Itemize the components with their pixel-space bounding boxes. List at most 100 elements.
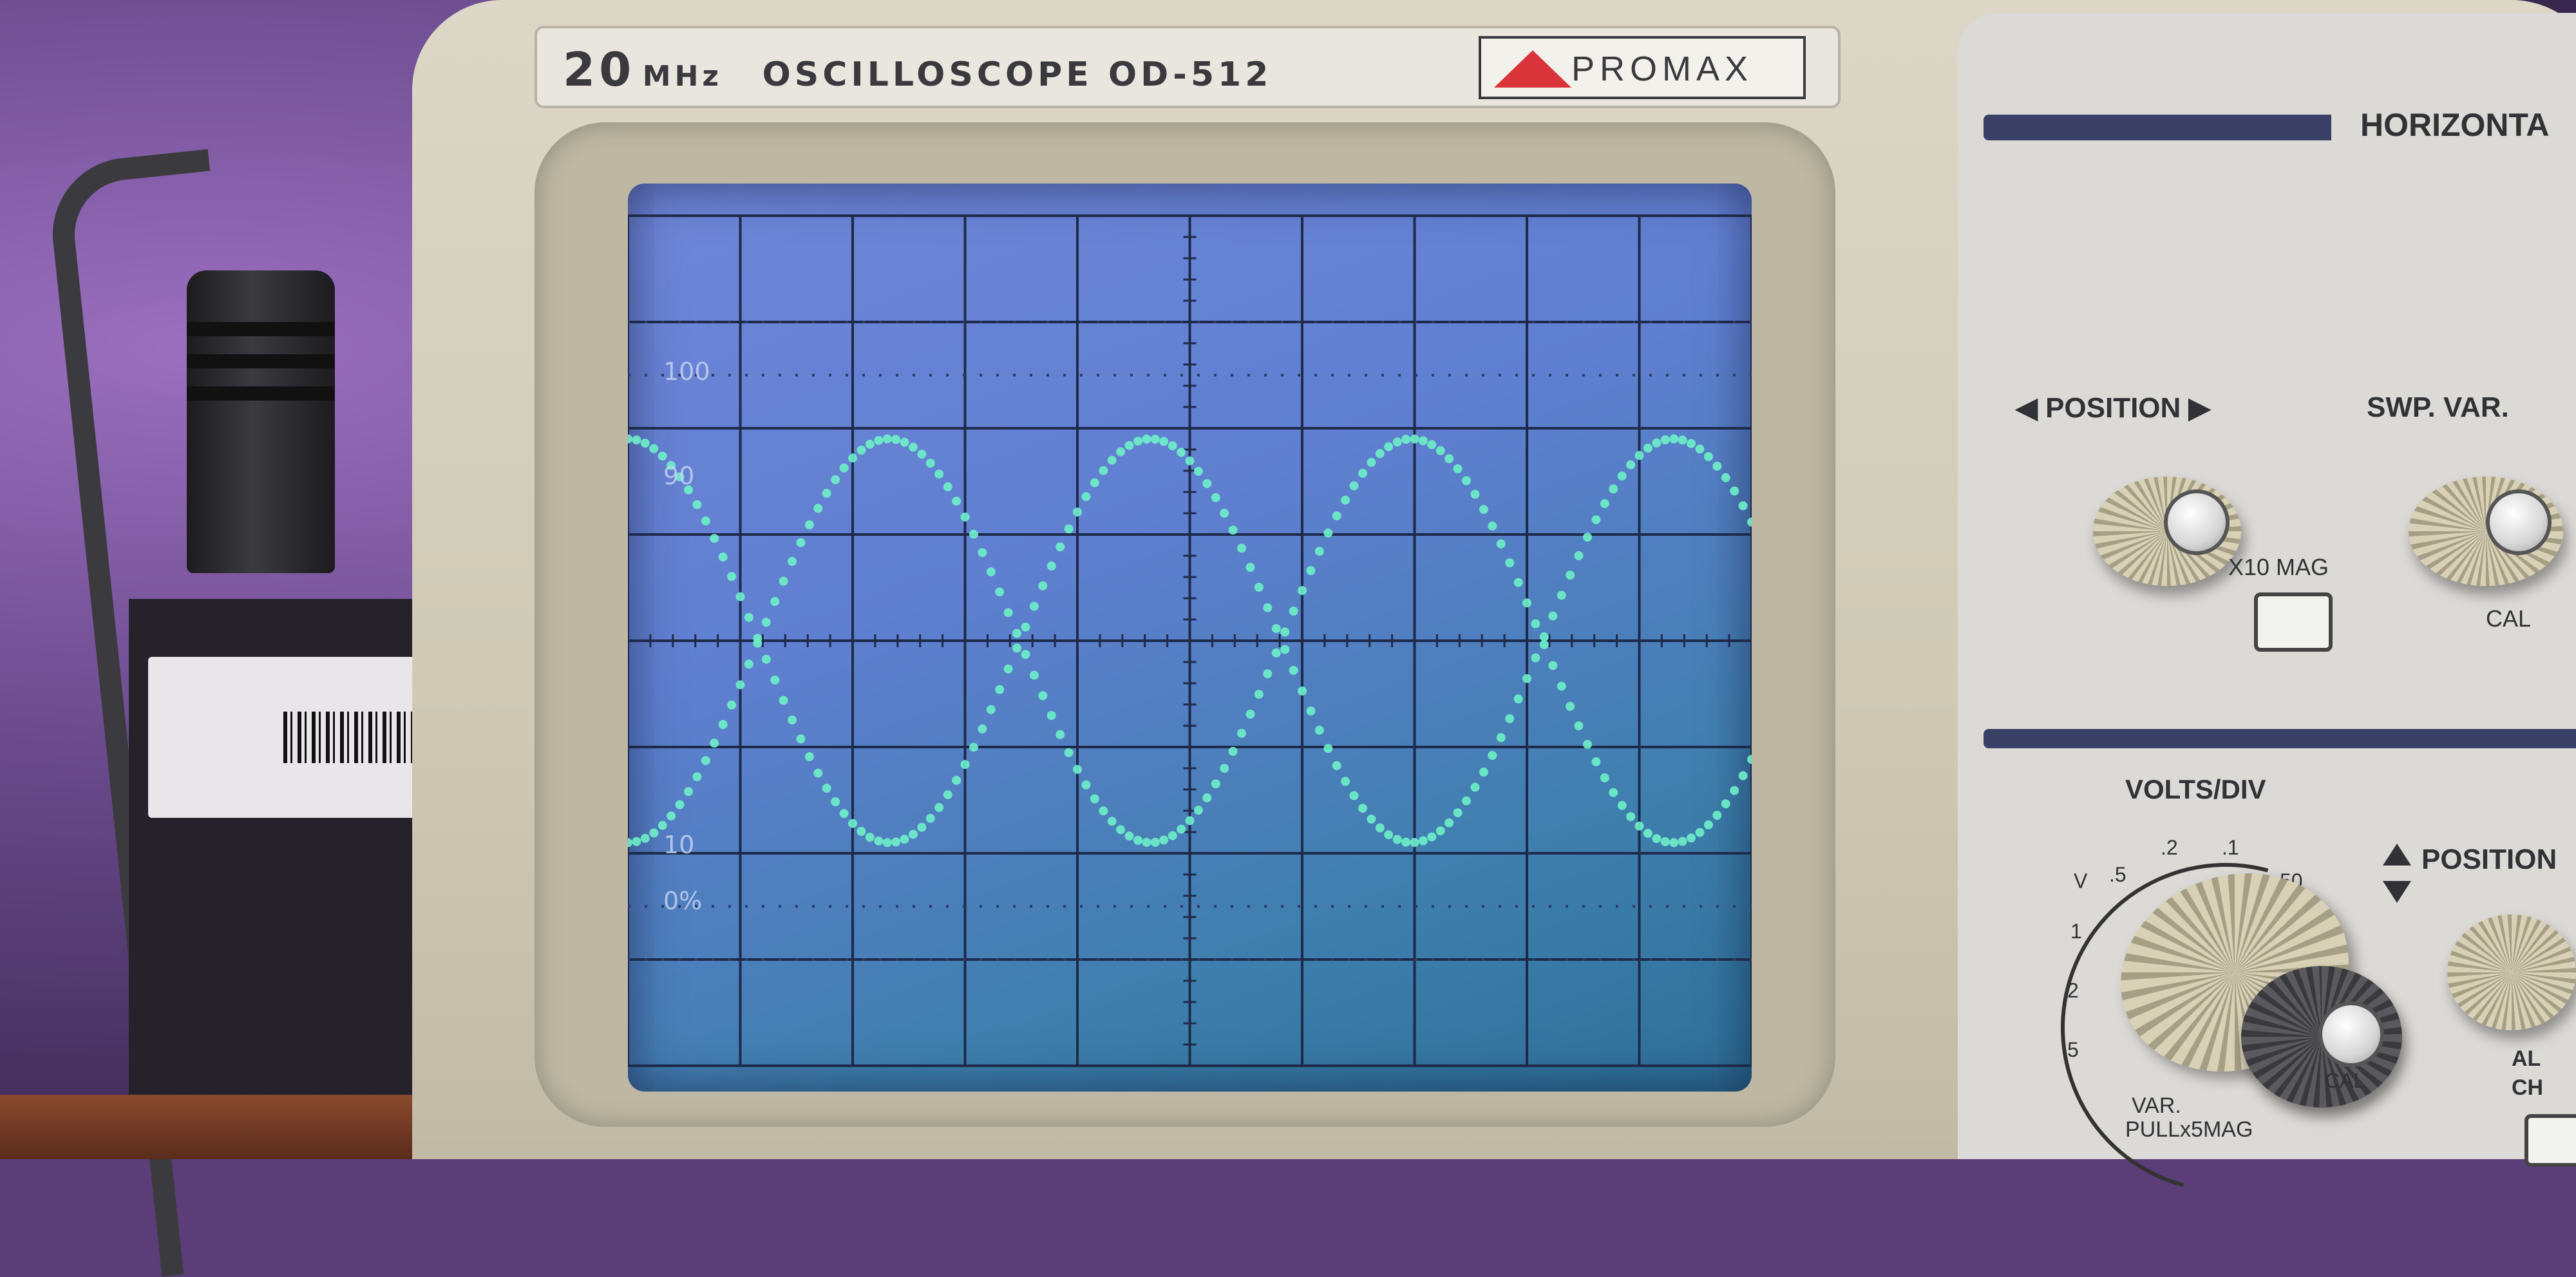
x10-mag-switch[interactable] [2254, 592, 2333, 652]
model-name: OSCILLOSCOPE OD-512 [762, 55, 1273, 94]
trace-dot [1124, 831, 1134, 841]
pull-mag-label: PULLx5MAG [2125, 1117, 2253, 1142]
trace-dot [1375, 449, 1385, 459]
trace-dot [667, 811, 676, 821]
trace-dot [675, 800, 685, 809]
trace-dot [1090, 794, 1099, 804]
trace-dot [1202, 479, 1212, 488]
trace-dot [1349, 791, 1359, 800]
trace-dot [1332, 511, 1341, 521]
trace-dot [1435, 826, 1445, 836]
trace-dot [1254, 690, 1264, 699]
trace-dot [1470, 489, 1480, 499]
trace-dot [1090, 478, 1099, 487]
dial-5: 5 [2067, 1038, 2079, 1061]
trace-dot [1444, 454, 1454, 464]
trace-dot [1479, 767, 1488, 777]
trace-dot [848, 818, 857, 828]
trace-dot [1245, 710, 1255, 719]
trace-dot [1107, 817, 1117, 826]
trace-dot [735, 680, 745, 690]
x10-mag-label: X10 MAG [2228, 554, 2329, 580]
dial-2: 2 [2067, 979, 2079, 1002]
trace-dot [1721, 799, 1730, 809]
model-label-bar: 20 MHz OSCILLOSCOPE OD-512 PROMAX [535, 26, 1841, 108]
trace-dot [632, 435, 641, 445]
trace-dot [1626, 460, 1636, 469]
trace-dot [900, 437, 909, 447]
trace-dot [1479, 505, 1488, 515]
trace-dot [1738, 771, 1748, 780]
trace-dot [1142, 838, 1151, 847]
trace-dot [1470, 782, 1480, 792]
trace-dot [1600, 499, 1609, 509]
vertical-section-bar [1984, 729, 2576, 748]
trace-dot [1488, 521, 1497, 531]
trace-dot [1306, 706, 1316, 715]
trace-dot [882, 838, 892, 847]
trace-dot [1056, 542, 1065, 552]
marker-100: 100 [663, 357, 710, 386]
trace-dot [1513, 694, 1523, 704]
trace-dot [978, 724, 987, 733]
trace-dot [1228, 525, 1238, 535]
trace-dot [978, 548, 987, 558]
trace-dot [1453, 808, 1463, 818]
trace-dot [753, 638, 762, 648]
trace-dot [1548, 661, 1558, 670]
trace-dot [1185, 456, 1195, 466]
trace-dot [718, 720, 728, 729]
trace-dot [796, 538, 806, 547]
trace-dot [1280, 645, 1290, 654]
dial-0-5: .5 [2109, 863, 2126, 886]
trace-dot [917, 822, 927, 832]
trace-dot [628, 838, 632, 847]
marker-10: 10 [663, 831, 695, 859]
trace-dot [1660, 837, 1670, 846]
trace-dot [1609, 484, 1618, 494]
trace-dot [1652, 438, 1662, 448]
dial-0-2: .2 [2161, 836, 2178, 859]
trace-dot [1496, 539, 1506, 549]
trace-dot [1341, 495, 1350, 505]
trace-dot [1591, 757, 1601, 766]
trace-dot [1245, 563, 1255, 572]
trace-dot [761, 618, 771, 627]
trace-dot [1695, 828, 1705, 837]
marker-0-percent: 0% [663, 887, 703, 915]
trace-dot [1384, 830, 1394, 840]
trace-dot [1064, 748, 1074, 757]
trace-dot [831, 797, 840, 806]
trace-dot [1427, 440, 1437, 449]
trace-dot [1220, 764, 1229, 773]
trace-dot [1583, 739, 1592, 749]
trace-dot [1142, 434, 1151, 444]
trace-dot [804, 520, 814, 529]
trace-dot [1384, 442, 1394, 451]
trace-dot [1695, 444, 1705, 454]
plug-band [187, 386, 335, 401]
trace-dot [1687, 833, 1696, 843]
trace-dot [969, 743, 978, 752]
trace-dot [1678, 837, 1687, 846]
trace-dot [1046, 711, 1056, 721]
trace-dot [1323, 744, 1333, 753]
v-position-knob[interactable] [2447, 914, 2576, 1030]
trace-dot [692, 772, 702, 782]
trace-dot [744, 612, 753, 622]
var-knob[interactable] [2241, 966, 2402, 1108]
brand-name: PROMAX [1571, 50, 1754, 88]
trace-dot [1522, 598, 1531, 608]
h-position-knob[interactable] [2093, 477, 2241, 586]
trace-dot [917, 449, 927, 459]
trace-dot [960, 512, 970, 522]
swp-var-knob[interactable] [2409, 477, 2563, 586]
trace-dot [1193, 806, 1203, 815]
trace-dot [1177, 448, 1186, 457]
table-edge [0, 1095, 451, 1159]
trace-dot [909, 442, 918, 452]
trace-dot [1730, 786, 1739, 795]
volts-div-label: VOLTS/DIV [2125, 774, 2266, 804]
trace-dot [1150, 838, 1160, 847]
trace-dot [779, 695, 788, 705]
